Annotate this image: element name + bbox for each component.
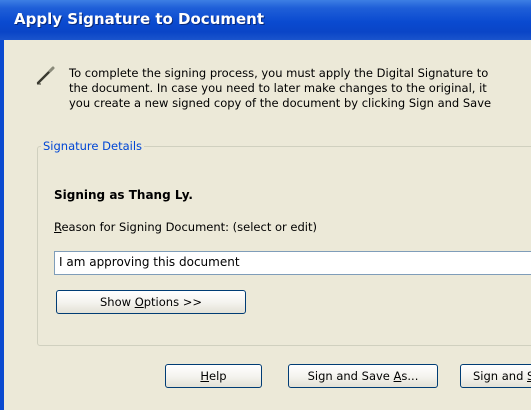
intro-line: the document. In case you need to later … — [69, 81, 487, 95]
sign-label-pre: Sign and — [473, 369, 528, 383]
save-as-label-pre: Sign and Save — [307, 369, 394, 383]
show-options-accesskey: O — [134, 295, 144, 309]
save-as-label-post: s... — [401, 369, 419, 383]
dialog-body: To complete the signing process, you mus… — [0, 40, 531, 410]
intro-text: To complete the signing process, you mus… — [69, 66, 531, 111]
sign-accesskey: S — [527, 369, 531, 383]
sign-and-save-button[interactable]: Sign and Save — [460, 364, 531, 388]
sign-and-save-as-button[interactable]: Sign and Save As... — [288, 364, 438, 388]
help-button[interactable]: Help — [165, 364, 262, 388]
title-bar[interactable]: Apply Signature to Document — [0, 0, 531, 40]
help-accesskey: H — [200, 369, 210, 383]
intro-line: you create a new signed copy of the docu… — [69, 96, 492, 110]
show-options-label-pre: Show — [100, 295, 135, 309]
dialog-window: Apply Signature to Document To complete … — [0, 0, 531, 410]
signing-as-label: Signing as Thang Ly. — [54, 188, 193, 202]
reason-input[interactable]: I am approving this document — [54, 251, 531, 275]
reason-label: Reason for Signing Document: (select or … — [54, 220, 317, 234]
reason-label-text: eason for Signing Document: (select or e… — [61, 220, 317, 234]
show-options-button[interactable]: Show Options >> — [56, 290, 246, 314]
show-options-label-post: ptions >> — [143, 295, 202, 309]
signature-details-group — [37, 146, 531, 346]
window-title: Apply Signature to Document — [14, 10, 265, 28]
help-label: elp — [209, 369, 227, 383]
pen-icon — [35, 64, 57, 86]
signature-details-legend: Signature Details — [41, 139, 145, 153]
intro-line: To complete the signing process, you mus… — [69, 66, 489, 80]
